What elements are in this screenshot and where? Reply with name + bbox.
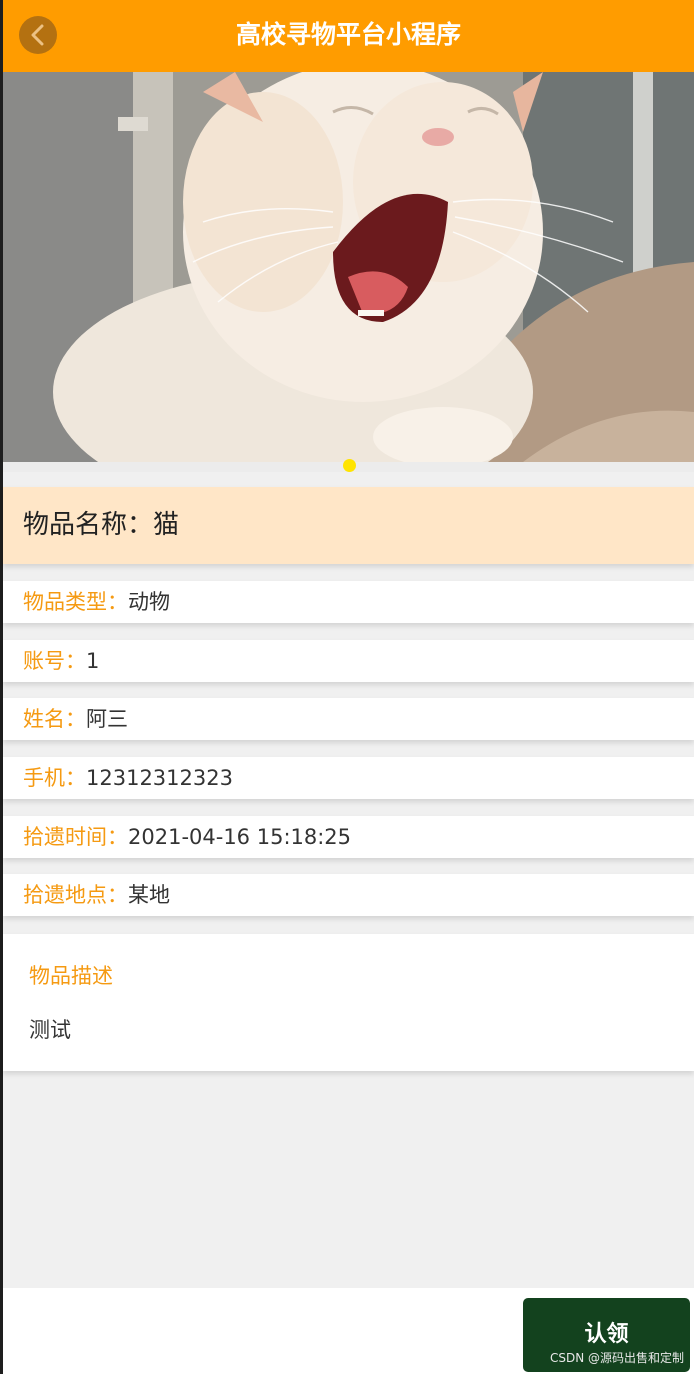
bottom-action-bar: 认领 CSDN @源码出售和定制 [3,1288,694,1374]
field-value: 12312312323 [86,766,233,790]
field-value: 某地 [128,883,170,907]
item-name-value: 猫 [153,510,180,540]
field-value: 动物 [128,590,170,614]
carousel-indicator [3,459,694,472]
field-value: 2021-04-16 15:18:25 [128,825,352,849]
page-title: 高校寻物平台小程序 [235,20,461,49]
item-image-carousel[interactable] [3,72,694,462]
field-label: 拾遗地点： [23,883,128,907]
field-label: 拾遗时间： [23,825,128,849]
field-value: 阿三 [86,707,128,731]
field-label: 账号： [23,649,86,673]
field-row-found-time: 拾遗时间：2021-04-16 15:18:25 [3,816,694,858]
field-row-type: 物品类型：动物 [3,581,694,623]
field-label: 物品类型： [23,590,128,614]
description-text: 测试 [29,1018,71,1042]
description-card: 物品描述 测试 [3,934,694,1071]
item-name-label: 物品名称： [23,510,154,540]
field-row-account: 账号：1 [3,640,694,682]
navbar: 高校寻物平台小程序 [3,0,694,72]
field-value: 1 [86,649,100,673]
field-row-phone: 手机：12312312323 [3,757,694,799]
watermark-text: CSDN @源码出售和定制 [549,1351,684,1365]
field-row-found-place: 拾遗地点：某地 [3,874,694,916]
item-photo [3,72,694,462]
carousel-dot-active[interactable] [343,459,356,472]
field-label: 手机： [23,766,86,790]
item-name-bar: 物品名称：猫 [3,487,694,564]
field-label: 姓名： [23,707,86,731]
description-label: 物品描述 [29,964,113,988]
field-row-name: 姓名：阿三 [3,698,694,740]
